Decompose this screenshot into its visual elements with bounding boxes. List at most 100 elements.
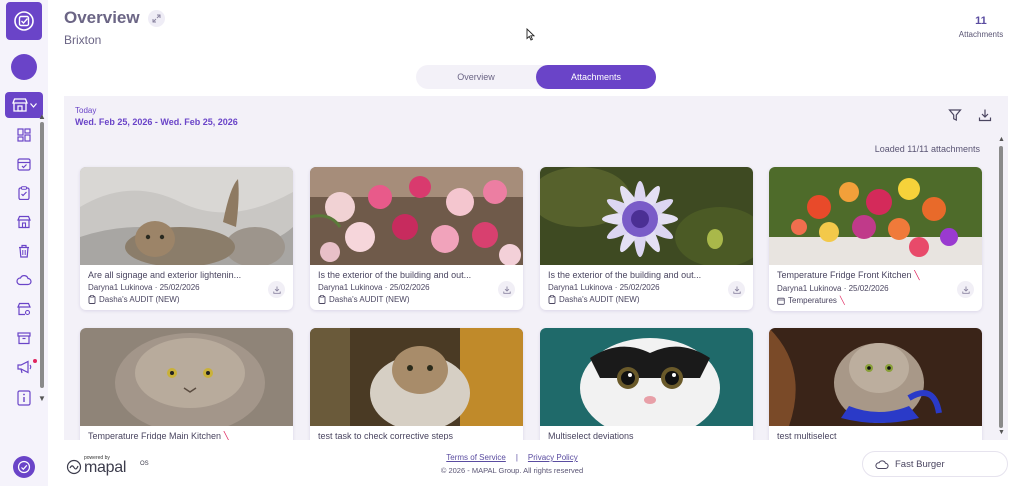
clipboard-icon <box>88 295 96 304</box>
clipboard-icon <box>318 295 326 304</box>
trash-icon <box>19 244 29 258</box>
site-name: Fast Burger <box>895 458 945 470</box>
dashboard-icon <box>17 128 31 142</box>
sidebar-item-dashboard[interactable] <box>14 125 34 145</box>
tab-overview[interactable]: Overview <box>416 65 536 89</box>
app-logo-icon[interactable] <box>6 2 42 40</box>
download-icon <box>272 286 281 294</box>
attachment-author-date: Daryna1 Lukinova · 25/02/2026 <box>777 284 889 293</box>
sidebar-item-archive[interactable] <box>14 328 34 348</box>
content-scroll-up[interactable]: ▲ <box>998 136 1005 143</box>
archive-icon <box>17 332 31 345</box>
sidebar: ▲ ▼ <box>0 0 48 486</box>
period-label: Today <box>75 106 97 115</box>
sidebar-item-store-settings[interactable] <box>14 299 34 319</box>
loaded-status: Loaded 11/11 attachments <box>874 144 980 154</box>
sidebar-item-calendar[interactable] <box>14 154 34 174</box>
sidebar-item-stores[interactable] <box>14 212 34 232</box>
brand-logo: mapal <box>84 459 127 476</box>
flag-icon: ╲ <box>914 270 920 280</box>
expand-icon[interactable] <box>148 10 165 27</box>
attachments-count-label: Attachments <box>958 30 1004 39</box>
attachment-image <box>310 167 523 265</box>
content-scroll-down[interactable]: ▼ <box>998 429 1005 436</box>
attachment-title: Is the exterior of the building and out.… <box>548 270 702 280</box>
attachment-card[interactable]: Multiselect deviations <box>540 328 753 440</box>
attachment-source-label: Dasha's AUDIT (NEW) <box>99 295 180 304</box>
mouse-cursor-icon <box>526 28 535 41</box>
mapal-wave-icon <box>66 459 82 475</box>
filter-icon[interactable] <box>948 108 962 122</box>
attachment-card[interactable]: test task to check corrective steps <box>310 328 523 440</box>
info-icon <box>17 390 31 406</box>
attachment-image <box>769 167 982 265</box>
date-range[interactable]: Wed. Feb 25, 2026 - Wed. Feb 25, 2026 <box>75 117 238 127</box>
clipboard-icon <box>18 186 30 200</box>
store-icon <box>17 215 31 229</box>
copyright: © 2026 - MAPAL Group. All rights reserve… <box>440 466 584 475</box>
sidebar-item-tasks[interactable] <box>14 183 34 203</box>
cloud-icon <box>16 275 32 286</box>
sidebar-item-announcements[interactable] <box>14 357 34 377</box>
attachment-image <box>80 167 293 265</box>
user-avatar[interactable] <box>11 54 37 80</box>
download-icon <box>961 286 970 294</box>
sidebar-scroll-up[interactable]: ▲ <box>38 112 46 121</box>
megaphone-icon <box>16 360 31 374</box>
attachment-author-date: Daryna1 Lukinova · 25/02/2026 <box>318 283 430 292</box>
download-button[interactable] <box>268 281 285 298</box>
store-icon <box>11 98 28 112</box>
download-icon <box>732 286 741 294</box>
attachment-image <box>769 328 982 426</box>
attachment-image <box>310 328 523 426</box>
location-name: Brixton <box>64 33 102 47</box>
attachment-card[interactable]: Are all signage and exterior lightenin..… <box>80 167 293 310</box>
attachment-source: Dasha's AUDIT (NEW) <box>548 295 745 304</box>
sidebar-scrollbar[interactable] <box>40 122 44 388</box>
tab-attachments[interactable]: Attachments <box>536 65 656 89</box>
clipboard-icon <box>548 295 556 304</box>
attachment-image <box>540 167 753 265</box>
attachment-card[interactable]: Is the exterior of the building and out.… <box>310 167 523 310</box>
attachment-source: Temperatures ╲ <box>777 296 974 305</box>
attachment-card[interactable]: Temperature Fridge Front Kitchen ╲ Daryn… <box>769 167 982 311</box>
calendar-icon <box>777 297 785 305</box>
attachment-title: Temperature Fridge Main Kitchen ╲ <box>88 431 229 440</box>
attachment-author-date: Daryna1 Lukinova · 25/02/2026 <box>88 283 200 292</box>
cloud-icon <box>875 459 889 469</box>
attachment-title: Is the exterior of the building and out.… <box>318 270 472 280</box>
attachment-title: Are all signage and exterior lightenin..… <box>88 270 242 280</box>
sidebar-item-info[interactable] <box>14 388 34 408</box>
sidebar-item-waste[interactable] <box>14 241 34 261</box>
terms-link[interactable]: Terms of Service <box>446 453 506 462</box>
attachment-card[interactable]: test multiselect <box>769 328 982 440</box>
footer-links: Terms of Service | Privacy Policy <box>380 453 644 462</box>
page-title: Overview <box>64 8 140 27</box>
download-button[interactable] <box>728 281 745 298</box>
attachment-source-label: Dasha's AUDIT (NEW) <box>559 295 640 304</box>
site-selector[interactable]: Fast Burger <box>862 451 1008 477</box>
attachment-title: Temperature Fridge Front Kitchen ╲ <box>777 270 920 280</box>
sidebar-item-cloud[interactable] <box>14 270 34 290</box>
attachments-count: 11 <box>975 15 987 27</box>
attachment-author-date: Daryna1 Lukinova · 25/02/2026 <box>548 283 660 292</box>
view-tabs: Overview Attachments <box>416 65 656 89</box>
notification-dot <box>33 359 37 363</box>
store-settings-icon <box>17 302 31 316</box>
privacy-link[interactable]: Privacy Policy <box>528 453 578 462</box>
attachment-title: Multiselect deviations <box>548 431 634 440</box>
sidebar-scroll-down[interactable]: ▼ <box>38 394 46 403</box>
download-all-icon[interactable] <box>978 108 992 122</box>
attachment-card[interactable]: Is the exterior of the building and out.… <box>540 167 753 310</box>
attachment-card[interactable]: Temperature Fridge Main Kitchen ╲ <box>80 328 293 440</box>
attachment-title: test task to check corrective steps <box>318 431 454 440</box>
mapal-os-icon[interactable] <box>13 456 35 478</box>
flag-icon: ╲ <box>223 431 229 440</box>
calendar-check-icon <box>17 158 31 171</box>
attachments-panel: Today Wed. Feb 25, 2026 - Wed. Feb 25, 2… <box>64 96 1008 440</box>
attachment-source: Dasha's AUDIT (NEW) <box>88 295 285 304</box>
download-button[interactable] <box>957 281 974 298</box>
download-icon <box>502 286 511 294</box>
download-button[interactable] <box>498 281 515 298</box>
content-scrollbar[interactable] <box>999 146 1003 428</box>
